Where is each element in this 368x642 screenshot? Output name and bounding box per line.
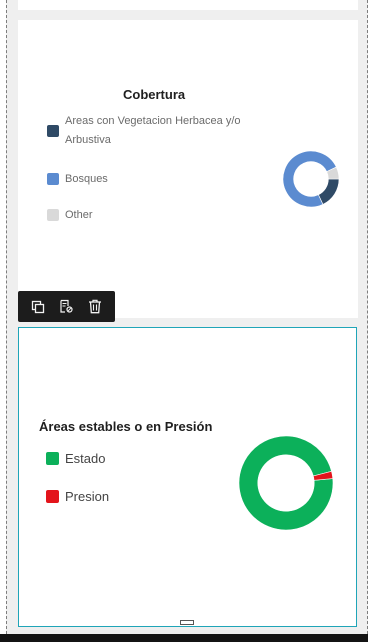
legend-item-herbacea[interactable]: Areas con Vegetacion Herbacea y/o Arbust… <box>47 112 267 150</box>
legend-label: Presion <box>65 489 110 504</box>
resize-handle[interactable] <box>180 620 194 625</box>
edit-settings-icon <box>60 299 73 313</box>
legend-item-other[interactable]: Other <box>47 206 93 225</box>
legend-swatch <box>46 452 59 465</box>
bottom-edge <box>0 634 368 642</box>
chart-widget-cobertura[interactable]: Cobertura Areas con Vegetacion Herbacea … <box>18 20 358 318</box>
previous-widget-edge <box>18 0 358 10</box>
legend-swatch <box>47 173 59 185</box>
legend-label: Estado <box>65 451 106 466</box>
donut-chart-cobertura <box>283 151 339 207</box>
widget-toolbar <box>18 291 115 322</box>
donut-chart-areas-estables <box>239 436 333 530</box>
pie-slice-estado[interactable] <box>239 436 333 530</box>
legend-item-presion[interactable]: Presion <box>46 488 109 506</box>
pie-slice-areas-con-vegetacion-herbacea-y-o-arbustiva[interactable] <box>317 178 339 205</box>
legend-swatch <box>47 209 59 221</box>
delete-button[interactable] <box>84 296 106 318</box>
trash-icon <box>88 299 101 314</box>
duplicate-button[interactable] <box>27 296 49 318</box>
legend-swatch <box>46 490 59 503</box>
legend-item-estado[interactable]: Estado <box>46 450 105 468</box>
legend-item-bosques[interactable]: Bosques <box>47 170 108 189</box>
edit-settings-button[interactable] <box>55 296 77 318</box>
chart-title: Áreas estables o en Presión <box>39 419 213 434</box>
chart-title: Cobertura <box>123 87 186 102</box>
legend-label: Areas con Vegetacion Herbacea y/o Arbust… <box>65 115 241 146</box>
legend-swatch <box>47 125 59 137</box>
legend-label: Bosques <box>65 173 108 185</box>
chart-widget-areas-estables[interactable]: Áreas estables o en Presión Estado Presi… <box>18 327 357 627</box>
legend-label: Other <box>65 209 93 221</box>
copy-icon <box>32 300 45 313</box>
